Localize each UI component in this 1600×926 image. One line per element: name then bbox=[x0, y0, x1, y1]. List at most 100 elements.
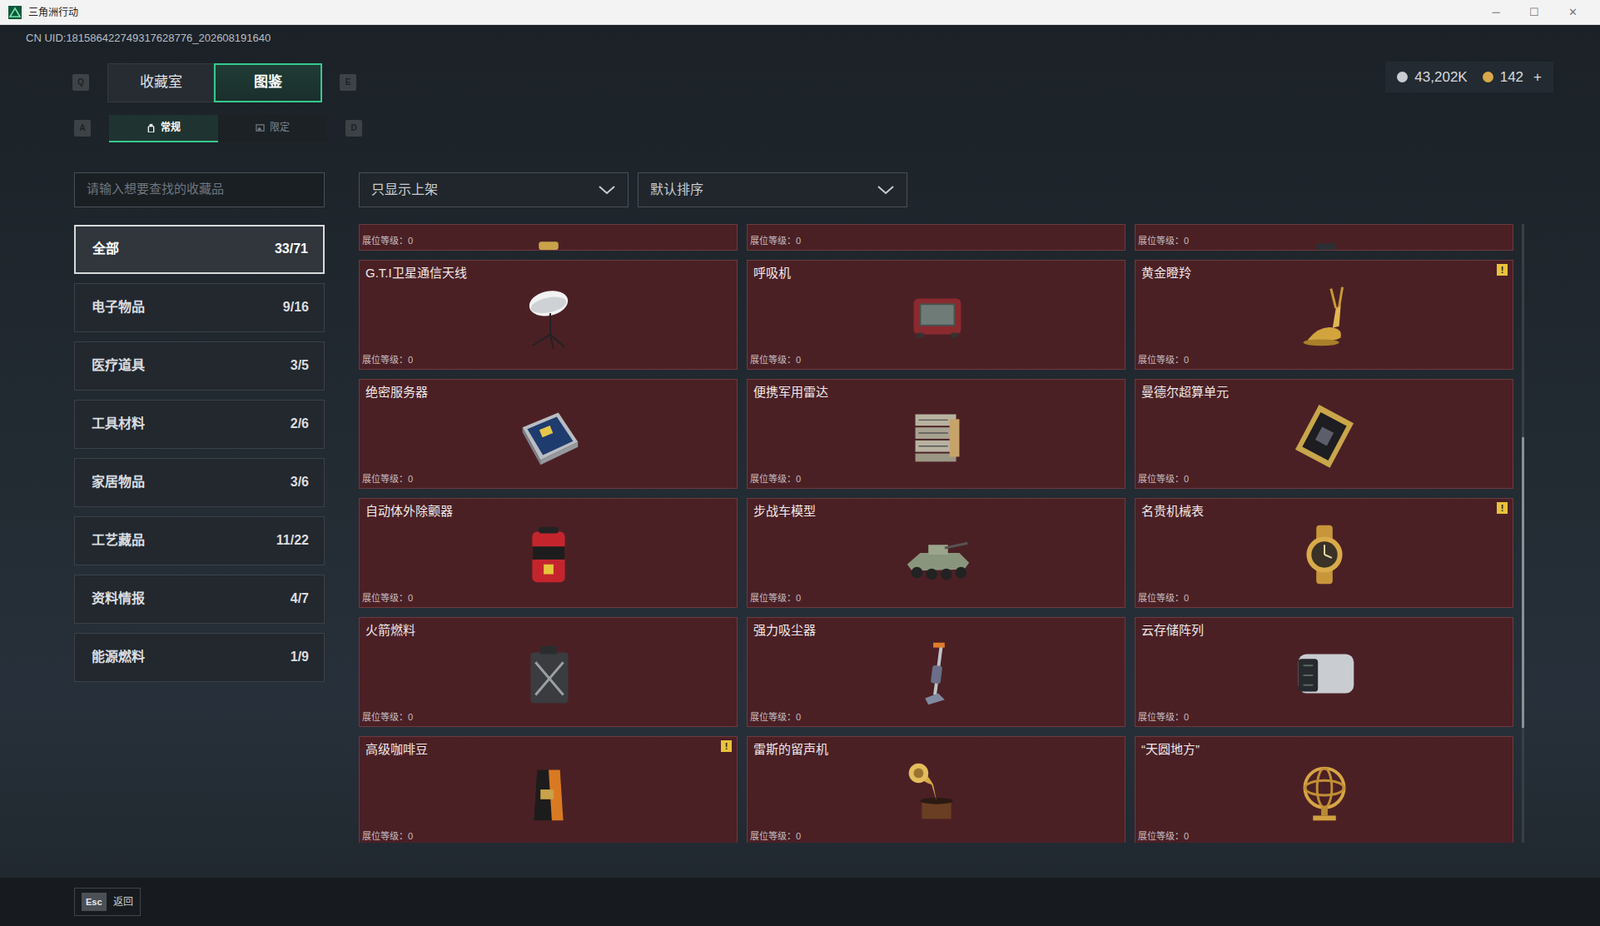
alert-badge: ! bbox=[1496, 501, 1508, 514]
collection-card[interactable]: 高级咖啡豆展位等级：0! bbox=[358, 735, 738, 843]
back-label: 返回 bbox=[113, 894, 134, 910]
item-icon bbox=[502, 223, 595, 251]
collection-card[interactable]: 展位等级：0 bbox=[1134, 223, 1514, 251]
subtab-label: 常规 bbox=[160, 119, 181, 135]
key-hint: Esc bbox=[81, 892, 107, 912]
display-level: 展位等级：0 bbox=[750, 352, 801, 368]
collection-card[interactable]: 雷斯的留声机展位等级：0 bbox=[746, 735, 1126, 843]
back-button[interactable]: Esc 返回 bbox=[74, 887, 141, 917]
item-name: 名贵机械表 bbox=[1141, 501, 1493, 522]
window-control[interactable]: ✕ bbox=[1553, 4, 1592, 21]
category-name: 工具材料 bbox=[91, 413, 145, 434]
collection-card[interactable]: 云存储阵列展位等级：0 bbox=[1134, 616, 1514, 727]
watch-icon bbox=[1278, 513, 1371, 596]
collection-card[interactable]: “天圆地方”展位等级：0 bbox=[1134, 735, 1514, 843]
category-name: 能源燃料 bbox=[91, 646, 145, 667]
category-item[interactable]: 电子物品 9/16 bbox=[74, 283, 325, 333]
subtab[interactable]: 限定 bbox=[218, 114, 328, 143]
category-item[interactable]: 资料情报4/7 bbox=[74, 574, 325, 624]
filter-bar: 只显示上架默认排序 bbox=[358, 172, 1529, 208]
subtab[interactable]: 常规 bbox=[109, 114, 219, 143]
category-item[interactable]: 医疗道具3/5 bbox=[74, 341, 325, 391]
display-level: 展位等级：0 bbox=[1137, 829, 1189, 843]
collection-card[interactable]: 自动体外除颤器展位等级：0 bbox=[358, 497, 738, 608]
collection-card[interactable]: 曼德尔超算单元展位等级：0 bbox=[1134, 378, 1514, 489]
coin-icon bbox=[1396, 71, 1408, 83]
collection-card[interactable]: 步战车模型展位等级：0 bbox=[746, 497, 1126, 608]
sidebar: 全部33/71 电子物品 9/16 医疗道具3/5 工具材料2/6 家居物品3/6 工艺藏品… bbox=[74, 172, 325, 843]
item-name: 自动体外除颤器 bbox=[365, 501, 717, 522]
tab[interactable]: 图鉴 bbox=[213, 63, 323, 103]
item-name: 呼吸机 bbox=[753, 263, 1105, 284]
category-name: 医疗道具 bbox=[91, 355, 145, 376]
currency-bar: 43,202K142+ bbox=[1385, 61, 1554, 94]
display-level: 展位等级：0 bbox=[362, 710, 413, 725]
main-content: 全部33/71 电子物品 9/16 医疗道具3/5 工具材料2/6 家居物品3/6 工艺藏品… bbox=[0, 172, 1600, 843]
category-count: 9/16 bbox=[283, 297, 309, 318]
category-count: 33/71 bbox=[274, 238, 309, 259]
title-bar: 三角洲行动─☐✕ bbox=[0, 0, 1600, 25]
add-currency-button[interactable]: + bbox=[1533, 66, 1542, 89]
coffee-bag-icon bbox=[502, 751, 595, 834]
category-item[interactable]: 全部33/71 bbox=[74, 224, 325, 274]
title-area: 三角洲行动 bbox=[8, 4, 1477, 20]
category-item[interactable]: 家居物品3/6 bbox=[74, 457, 325, 507]
window-control[interactable]: ☐ bbox=[1515, 4, 1554, 21]
collection-card[interactable]: 展位等级：0 bbox=[746, 223, 1126, 251]
category-name: 电子物品 bbox=[91, 297, 145, 318]
jerrycan-icon bbox=[502, 632, 595, 715]
collection-panel: 只显示上架默认排序展位等级：0 展位等级：0 展位等级：0 G.T.I卫星通信天线展位… bbox=[358, 172, 1529, 843]
item-icon bbox=[1278, 223, 1371, 251]
chevron-down-icon bbox=[597, 183, 617, 196]
collection-card[interactable]: 呼吸机展位等级：0 bbox=[746, 259, 1126, 370]
key-hint: A bbox=[74, 119, 91, 137]
bottle-icon bbox=[146, 123, 156, 133]
scrollbar-thumb[interactable] bbox=[1521, 437, 1525, 728]
display-level: 展位等级：0 bbox=[362, 472, 413, 487]
currency-value: 142 bbox=[1500, 66, 1524, 89]
chevron-down-icon bbox=[876, 183, 895, 196]
tab[interactable]: 收藏室 bbox=[107, 63, 214, 103]
supercomputer-icon bbox=[1278, 394, 1371, 477]
collection-grid: 展位等级：0展位等级：0展位等级：0G.T.I卫星通信天线展位等级：0呼吸机展位… bbox=[358, 223, 1514, 843]
armillary-icon bbox=[1278, 751, 1371, 834]
item-name: 绝密服务器 bbox=[365, 382, 717, 403]
collection-card[interactable]: 火箭燃料展位等级：0 bbox=[358, 616, 738, 727]
key-hint: Q bbox=[72, 74, 90, 91]
collection-card[interactable]: 展位等级：0 bbox=[358, 223, 738, 251]
category-count: 4/7 bbox=[290, 588, 309, 609]
display-level: 展位等级：0 bbox=[750, 710, 801, 725]
category-count: 11/22 bbox=[276, 530, 309, 551]
coin-icon bbox=[1482, 71, 1494, 83]
filter-dropdown[interactable]: 默认排序 bbox=[637, 172, 908, 208]
collection-card[interactable]: 便携军用雷达展位等级：0 bbox=[746, 378, 1126, 489]
defibrillator-icon bbox=[502, 513, 595, 596]
display-level: 展位等级：0 bbox=[1137, 233, 1189, 249]
category-name: 家居物品 bbox=[91, 472, 145, 492]
antenna-icon bbox=[502, 275, 595, 358]
category-list: 全部33/71 电子物品 9/16 医疗道具3/5 工具材料2/6 家居物品3/6 工艺藏品… bbox=[74, 224, 325, 682]
collection-card[interactable]: 强力吸尘器展位等级：0 bbox=[746, 616, 1126, 727]
grid-viewport: 展位等级：0展位等级：0展位等级：0G.T.I卫星通信天线展位等级：0呼吸机展位… bbox=[358, 223, 1529, 843]
gramophone-icon bbox=[890, 751, 983, 834]
player-uid: CN UID:181586422749317628776_20260819164… bbox=[0, 24, 1600, 47]
display-level: 展位等级：0 bbox=[750, 591, 801, 606]
window-control[interactable]: ─ bbox=[1476, 4, 1516, 21]
category-item[interactable]: 能源燃料 1/9 bbox=[74, 632, 325, 682]
collection-card[interactable]: 绝密服务器展位等级：0 bbox=[358, 378, 738, 489]
category-count: 1/9 bbox=[290, 646, 309, 667]
search-input[interactable] bbox=[74, 172, 325, 208]
filter-dropdown[interactable]: 只显示上架 bbox=[358, 172, 629, 208]
display-level: 展位等级：0 bbox=[1137, 352, 1189, 368]
category-item[interactable]: 工具材料2/6 bbox=[74, 399, 325, 449]
display-level: 展位等级：0 bbox=[1137, 710, 1189, 725]
scrollbar[interactable] bbox=[1521, 223, 1525, 843]
category-item[interactable]: 工艺藏品11/22 bbox=[74, 516, 325, 566]
item-name: 便携军用雷达 bbox=[753, 382, 1105, 403]
collection-card[interactable]: 黄金瞪羚展位等级：0! bbox=[1134, 259, 1514, 370]
tab-bar: 收藏室图鉴 bbox=[107, 63, 323, 103]
subtab-label: 限定 bbox=[269, 119, 290, 135]
tab-group: Q收藏室图鉴E bbox=[72, 63, 357, 103]
collection-card[interactable]: G.T.I卫星通信天线展位等级：0 bbox=[358, 259, 738, 370]
collection-card[interactable]: 名贵机械表展位等级：0! bbox=[1134, 497, 1514, 608]
